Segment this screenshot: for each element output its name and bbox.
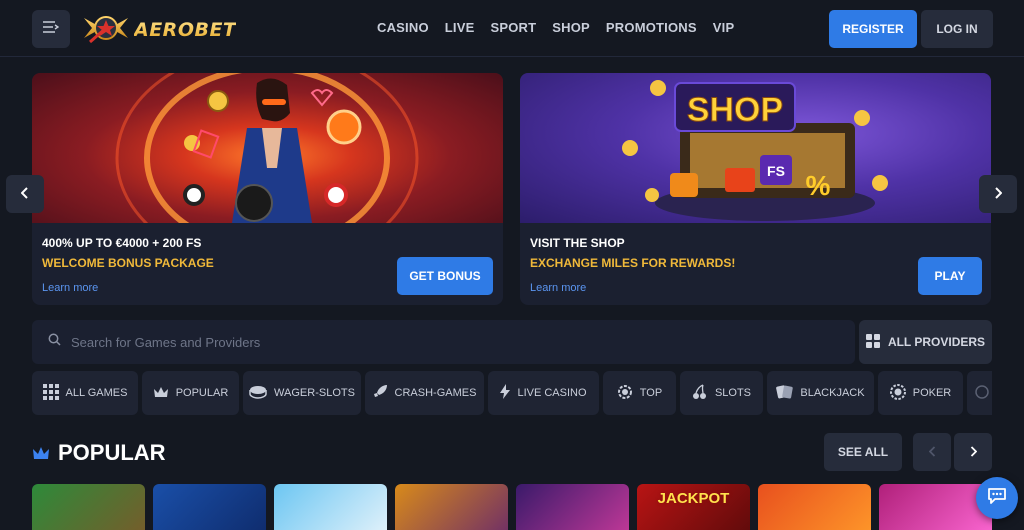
cherries-icon — [692, 383, 708, 403]
menu-icon — [43, 20, 60, 38]
banner-title: VISIT THE SHOP — [530, 236, 625, 250]
see-all-button[interactable]: SEE ALL — [824, 433, 902, 471]
category-wager-slots[interactable]: WAGER-SLOTS — [243, 371, 361, 415]
carousel-next-button[interactable] — [979, 175, 1017, 213]
category-label: POPULAR — [175, 387, 229, 399]
category-all-games[interactable]: ALL GAMES — [32, 371, 138, 415]
grid-icon — [42, 383, 59, 403]
get-bonus-button[interactable]: GET BONUS — [397, 257, 493, 295]
category-label: TOP — [639, 387, 663, 399]
category-poker[interactable]: POKER — [878, 371, 963, 415]
login-button[interactable]: LOG IN — [921, 10, 993, 48]
category-label: WAGER-SLOTS — [274, 387, 355, 399]
chevron-right-icon — [994, 186, 1003, 202]
site-header: AEROBET CASINO LIVE SPORT SHOP PROMOTION… — [0, 0, 1024, 57]
chevron-left-icon — [20, 186, 29, 202]
popular-games-row: JACKPOT — [32, 484, 992, 530]
learn-more-link[interactable]: Learn more — [530, 282, 586, 294]
banner-shop[interactable]: SHOP FS % VISIT THE SHOP EXCHANGE MILES … — [520, 73, 991, 305]
nav-live[interactable]: LIVE — [445, 20, 475, 35]
all-providers-label: ALL PROVIDERS — [887, 335, 986, 349]
all-providers-button[interactable]: ALL PROVIDERS — [859, 320, 992, 364]
support-chat-button[interactable] — [976, 477, 1018, 519]
rocket-icon — [373, 384, 388, 402]
badge-icon — [617, 384, 633, 403]
nav-sport[interactable]: SPORT — [490, 20, 536, 35]
nav-vip[interactable]: VIP — [713, 20, 735, 35]
nav-promotions[interactable]: PROMOTIONS — [606, 20, 697, 35]
nav-shop[interactable]: SHOP — [552, 20, 590, 35]
game-tile[interactable] — [516, 484, 629, 530]
lightning-icon — [500, 384, 511, 402]
games-next-button[interactable] — [954, 433, 992, 471]
search-icon — [48, 333, 61, 351]
register-button[interactable]: REGISTER — [829, 10, 917, 48]
category-more[interactable] — [967, 371, 992, 415]
main-nav: CASINO LIVE SPORT SHOP PROMOTIONS VIP — [377, 20, 734, 35]
category-label: LIVE CASINO — [517, 387, 587, 399]
game-tile[interactable] — [32, 484, 145, 530]
category-blackjack[interactable]: BLACKJACK — [767, 371, 874, 415]
chat-bubble-icon — [987, 487, 1007, 510]
category-label: ALL GAMES — [65, 387, 128, 399]
nav-casino[interactable]: CASINO — [377, 20, 429, 35]
logo[interactable]: AEROBET — [82, 10, 236, 50]
banner-shop-image: SHOP FS % — [520, 73, 991, 223]
game-tile-jackpot[interactable]: JACKPOT — [637, 484, 750, 530]
category-label: SLOTS — [714, 387, 752, 399]
crown-icon — [153, 386, 169, 401]
shop-sign-text: SHOP — [687, 91, 783, 129]
search-bar — [32, 320, 855, 364]
chevron-left-icon — [928, 445, 936, 460]
chip-icon — [889, 383, 906, 403]
category-crash-games[interactable]: CRASH-GAMES — [365, 371, 484, 415]
category-top[interactable]: TOP — [603, 371, 676, 415]
game-tile[interactable] — [274, 484, 387, 530]
category-overflow-icon — [975, 384, 989, 402]
banner-subtitle: WELCOME BONUS PACKAGE — [42, 256, 214, 270]
category-label: CRASH-GAMES — [394, 387, 477, 399]
category-live-casino[interactable]: LIVE CASINO — [488, 371, 599, 415]
chevron-right-icon — [970, 445, 977, 460]
learn-more-link[interactable]: Learn more — [42, 282, 98, 294]
popular-heading: POPULAR — [32, 440, 166, 466]
cards-icon — [776, 384, 794, 403]
games-prev-button[interactable] — [913, 433, 951, 471]
logo-text: AEROBET — [134, 19, 237, 41]
crown-icon — [32, 446, 50, 460]
category-label: BLACKJACK — [800, 387, 865, 399]
play-button[interactable]: PLAY — [918, 257, 982, 295]
category-label: POKER — [912, 387, 952, 399]
fs-badge-text: FS — [767, 163, 785, 179]
section-title: POPULAR — [58, 440, 166, 465]
category-bar: ALL GAMES POPULAR WAGER-SLOTS CRASH-GAME… — [32, 371, 992, 415]
game-tile[interactable] — [879, 484, 992, 530]
game-tile[interactable] — [758, 484, 871, 530]
sidebar-toggle-button[interactable] — [32, 10, 70, 48]
jackpot-label: JACKPOT — [657, 490, 730, 507]
category-slots[interactable]: SLOTS — [680, 371, 763, 415]
logo-emblem-icon — [82, 8, 130, 53]
category-popular[interactable]: POPULAR — [142, 371, 239, 415]
game-tile[interactable] — [395, 484, 508, 530]
coins-icon — [249, 385, 267, 402]
banner-welcome-image — [32, 73, 503, 270]
banner-subtitle: EXCHANGE MILES FOR REWARDS! — [530, 256, 736, 270]
svg-text:%: % — [806, 170, 831, 201]
game-tile[interactable] — [153, 484, 266, 530]
banner-title: 400% UP TO €4000 + 200 FS — [42, 236, 202, 250]
carousel-prev-button[interactable] — [6, 175, 44, 213]
search-input[interactable] — [71, 334, 771, 350]
banner-welcome-bonus[interactable]: 400% UP TO €4000 + 200 FS WELCOME BONUS … — [32, 73, 503, 305]
grid-icon — [865, 333, 880, 351]
